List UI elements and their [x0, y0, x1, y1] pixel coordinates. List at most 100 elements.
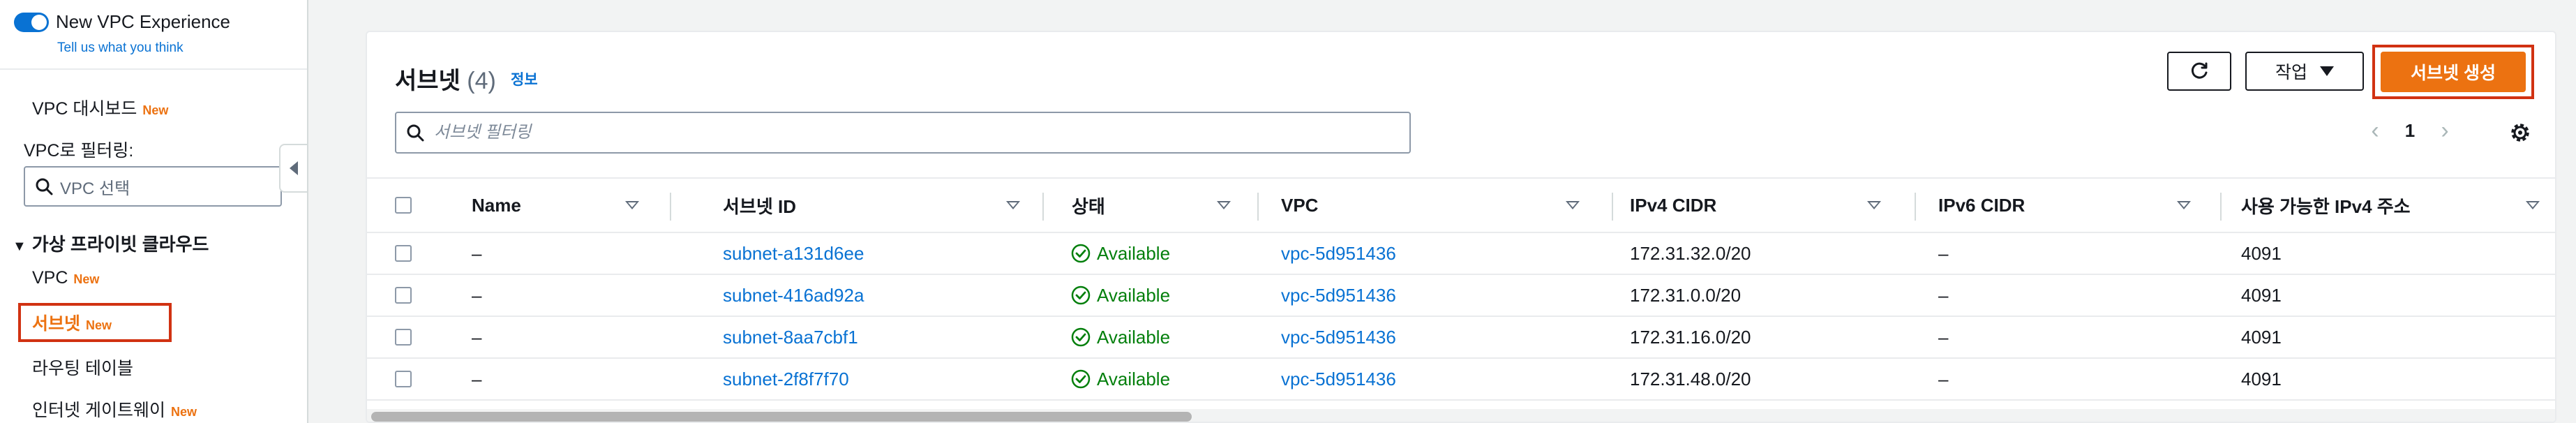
- caret-down-icon: ▼: [13, 239, 27, 254]
- check-circle-icon: [1071, 327, 1091, 347]
- cell-name: –: [472, 368, 482, 389]
- cell-ipv6-cidr: –: [1938, 368, 1949, 389]
- cell-status: Available: [1070, 275, 1170, 316]
- subnet-filter-input[interactable]: [433, 122, 1342, 143]
- cell-vpc-link[interactable]: vpc-5d951436: [1281, 233, 1396, 274]
- cell-subnet-id-link[interactable]: subnet-2f8f7f70: [723, 359, 849, 399]
- row-checkbox[interactable]: [395, 371, 412, 387]
- cell-subnet-id-link[interactable]: subnet-a131d6ee: [723, 233, 864, 274]
- check-circle-icon: [1071, 285, 1091, 305]
- horizontal-scrollbar-thumb[interactable]: [371, 412, 1192, 422]
- column-separator[interactable]: [1612, 193, 1613, 221]
- column-header-label: IPv4 CIDR: [1630, 194, 1717, 216]
- sort-icon[interactable]: [1217, 201, 1231, 209]
- sidebar-item-label: 라우팅 테이블: [32, 359, 133, 378]
- column-header-vpc[interactable]: VPC: [1281, 179, 1602, 232]
- column-header-name[interactable]: Name: [472, 179, 653, 232]
- cell-vpc-link[interactable]: vpc-5d951436: [1281, 359, 1396, 399]
- column-separator[interactable]: [1915, 193, 1916, 221]
- sidebar-item-vpc-dashboard[interactable]: VPC 대시보드 New: [32, 95, 168, 120]
- column-header-subnet-id[interactable]: 서브넷 ID: [723, 179, 1020, 232]
- vpc-filter-placeholder: VPC 선택: [60, 179, 130, 198]
- next-page-icon[interactable]: ›: [2431, 117, 2459, 144]
- vpc-filter-label: VPC로 필터링:: [24, 141, 134, 161]
- table-row[interactable]: – subnet-8aa7cbf1 Available vpc-5d951436…: [367, 317, 2555, 359]
- row-checkbox[interactable]: [395, 287, 412, 304]
- column-header-label: 서브넷 ID: [723, 195, 796, 217]
- subnet-filter-box[interactable]: [395, 112, 1411, 154]
- new-badge: New: [86, 318, 112, 332]
- search-icon: [407, 124, 424, 142]
- column-header-label: 사용 가능한 IPv4 주소: [2241, 195, 2411, 217]
- column-header-status[interactable]: 상태: [1072, 179, 1253, 232]
- table-row[interactable]: – subnet-416ad92a Available vpc-5d951436…: [367, 275, 2555, 317]
- new-badge: New: [170, 405, 197, 419]
- column-header-ipv6-cidr[interactable]: IPv6 CIDR: [1938, 179, 2231, 232]
- cell-vpc-link[interactable]: vpc-5d951436: [1281, 317, 1396, 357]
- column-separator[interactable]: [1257, 193, 1259, 221]
- sort-icon[interactable]: [1867, 201, 1881, 209]
- check-circle-icon: [1071, 244, 1091, 263]
- actions-dropdown-button[interactable]: 작업: [2245, 52, 2364, 91]
- cell-name: –: [472, 326, 482, 348]
- sidebar-item-route-tables[interactable]: 라우팅 테이블: [32, 355, 133, 380]
- sidebar: New VPC Experience Tell us what you thin…: [0, 0, 308, 423]
- previous-page-icon[interactable]: ‹: [2361, 117, 2389, 144]
- column-header-label: 상태: [1072, 195, 1105, 217]
- create-subnet-button[interactable]: 서브넷 생성: [2381, 52, 2526, 92]
- row-checkbox[interactable]: [395, 329, 412, 346]
- feedback-link[interactable]: Tell us what you think: [57, 40, 184, 56]
- row-checkbox[interactable]: [395, 245, 412, 262]
- select-all-checkbox[interactable]: [395, 197, 412, 214]
- column-header-label: IPv6 CIDR: [1938, 194, 2025, 216]
- table-row[interactable]: – subnet-2f8f7f70 Available vpc-5d951436…: [367, 359, 2555, 401]
- column-header-ipv4-cidr[interactable]: IPv4 CIDR: [1630, 179, 1923, 232]
- new-vpc-experience-toggle-row: New VPC Experience: [14, 11, 230, 33]
- refresh-button[interactable]: [2167, 52, 2231, 91]
- subnet-count: (4): [467, 68, 496, 94]
- sidebar-collapse-button[interactable]: [279, 144, 307, 193]
- sort-icon[interactable]: [625, 201, 639, 209]
- sidebar-item-subnets[interactable]: 서브넷 New: [32, 310, 112, 335]
- cell-subnet-id-link[interactable]: subnet-8aa7cbf1: [723, 317, 858, 357]
- current-page[interactable]: 1: [2389, 120, 2431, 142]
- column-separator[interactable]: [1042, 193, 1044, 221]
- new-vpc-experience-toggle[interactable]: [14, 12, 49, 32]
- sidebar-item-vpc[interactable]: VPC New: [32, 268, 99, 288]
- vpc-filter-select[interactable]: VPC 선택: [24, 166, 282, 207]
- page-title: 서브넷 (4): [395, 61, 496, 96]
- check-circle-icon: [1071, 369, 1091, 389]
- sidebar-item-label: 인터넷 게이트웨이: [32, 401, 165, 420]
- collapse-left-icon: [290, 161, 298, 175]
- column-separator[interactable]: [670, 193, 671, 221]
- cell-status: Available: [1070, 233, 1170, 274]
- column-separator[interactable]: [2220, 193, 2222, 221]
- sidebar-item-label: VPC: [32, 268, 68, 288]
- sort-icon[interactable]: [1566, 201, 1580, 209]
- cell-ipv4-cidr: 172.31.32.0/20: [1630, 242, 1751, 264]
- cell-ipv6-cidr: –: [1938, 284, 1949, 306]
- search-icon: [36, 178, 53, 195]
- section-virtual-private-cloud[interactable]: ▼ 가상 프라이빗 클라우드: [13, 230, 209, 256]
- sidebar-item-internet-gateways[interactable]: 인터넷 게이트웨이 New: [32, 396, 197, 422]
- cell-ipv6-cidr: –: [1938, 326, 1949, 348]
- table-row[interactable]: – subnet-a131d6ee Available vpc-5d951436…: [367, 233, 2555, 275]
- table-header: Name 서브넷 ID 상태 VPC IPv4 CIDR IPv6 CIDR 사…: [367, 177, 2555, 233]
- status-text: Available: [1097, 368, 1171, 389]
- cell-subnet-id-link[interactable]: subnet-416ad92a: [723, 275, 864, 316]
- gear-icon[interactable]: [2506, 119, 2534, 147]
- info-link[interactable]: 정보: [511, 68, 538, 89]
- cell-ipv4-cidr: 172.31.0.0/20: [1630, 284, 1742, 306]
- sort-icon[interactable]: [1006, 201, 1020, 209]
- cell-available-ipv4: 4091: [2241, 242, 2282, 264]
- status-text: Available: [1097, 326, 1171, 348]
- sort-icon[interactable]: [2177, 201, 2191, 209]
- cell-vpc-link[interactable]: vpc-5d951436: [1281, 275, 1396, 316]
- status-text: Available: [1097, 284, 1171, 306]
- cell-ipv4-cidr: 172.31.48.0/20: [1630, 368, 1751, 389]
- column-header-available-ipv4[interactable]: 사용 가능한 IPv4 주소: [2241, 179, 2540, 232]
- cell-ipv6-cidr: –: [1938, 242, 1949, 264]
- new-badge: New: [142, 103, 169, 117]
- sidebar-divider: [0, 68, 307, 70]
- sort-icon[interactable]: [2526, 201, 2540, 209]
